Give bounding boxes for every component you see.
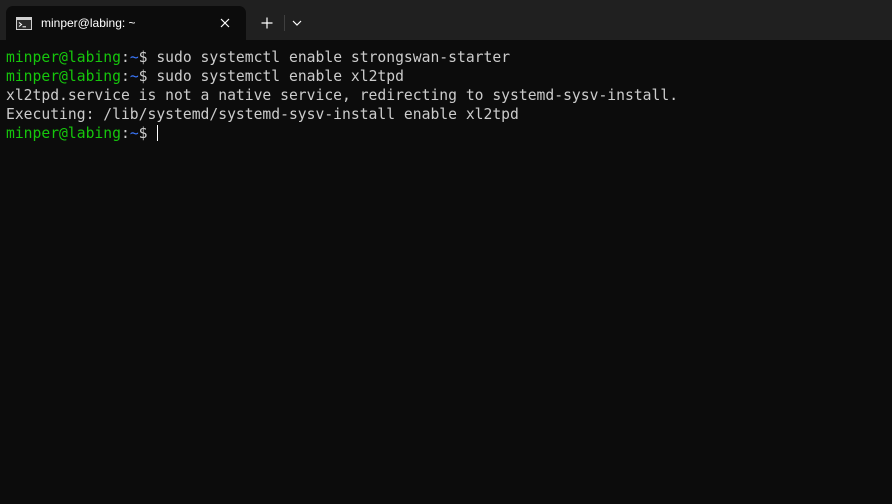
tab-active[interactable]: minper@labing: ~: [6, 6, 246, 40]
prompt-line: minper@labing:~$ sudo systemctl enable s…: [6, 48, 892, 67]
tab-title: minper@labing: ~: [41, 16, 136, 30]
prompt-colon: :: [120, 125, 130, 142]
prompt-colon: :: [120, 68, 130, 85]
tab-close-button[interactable]: [216, 14, 234, 32]
prompt-user-host: minper@labing: [6, 68, 121, 85]
output-line: Executing: /lib/systemd/systemd-sysv-ins…: [6, 105, 892, 124]
prompt-path: ~: [129, 49, 139, 66]
prompt-path: ~: [129, 68, 139, 85]
output-text: Executing: /lib/systemd/systemd-sysv-ins…: [6, 106, 519, 123]
output-line: xl2tpd.service is not a native service, …: [6, 86, 892, 105]
profile-dropdown-button[interactable]: [287, 11, 307, 35]
prompt-user-host: minper@labing: [6, 125, 121, 142]
prompt-symbol: $: [138, 49, 148, 66]
terminal-icon: [16, 17, 32, 30]
command-text: sudo systemctl enable strongswan-starter: [147, 49, 511, 66]
prompt-symbol: $: [138, 125, 148, 142]
terminal-window: minper@labing: ~ minper@labing:~$ sudo s…: [0, 0, 892, 504]
plus-icon: [261, 17, 273, 29]
prompt-path: ~: [129, 125, 139, 142]
prompt-symbol: $: [138, 68, 148, 85]
new-tab-button[interactable]: [253, 11, 281, 35]
text-cursor: [156, 125, 158, 141]
chevron-down-icon: [292, 20, 302, 26]
terminal-output[interactable]: minper@labing:~$ sudo systemctl enable s…: [0, 40, 892, 504]
toolbar-divider: [284, 15, 285, 31]
command-text: sudo systemctl enable xl2tpd: [147, 68, 404, 85]
title-bar: minper@labing: ~: [0, 0, 892, 40]
prompt-line: minper@labing:~$ sudo systemctl enable x…: [6, 67, 892, 86]
prompt-colon: :: [120, 49, 130, 66]
prompt-user-host: minper@labing: [6, 49, 121, 66]
prompt-line: minper@labing:~$: [6, 124, 892, 143]
output-text: xl2tpd.service is not a native service, …: [6, 87, 679, 104]
close-icon: [220, 18, 230, 28]
